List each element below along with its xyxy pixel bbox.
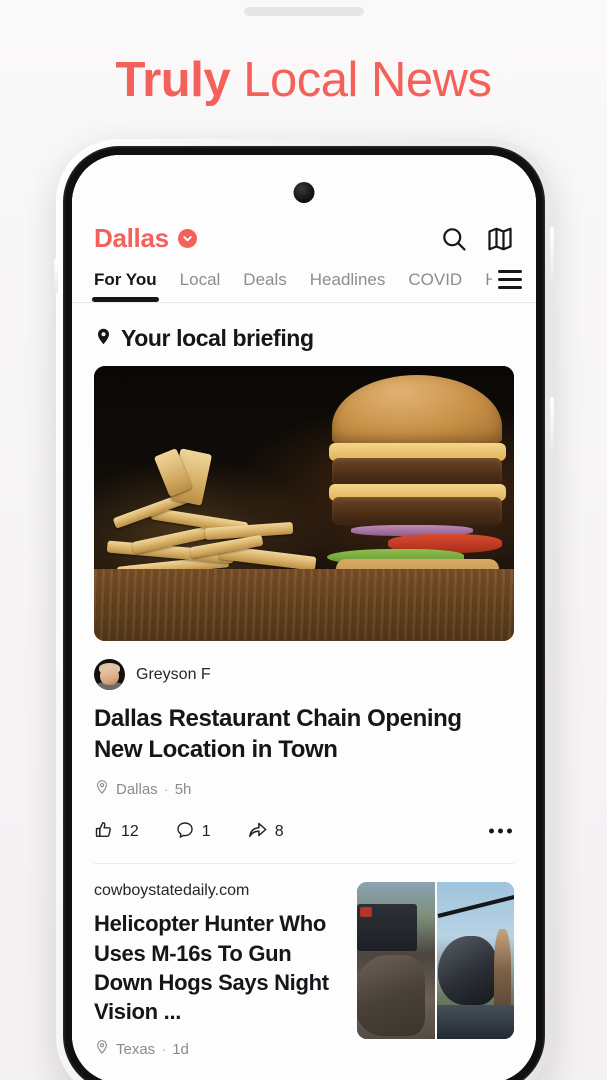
story-card-secondary[interactable]: cowboystatedaily.com Helicopter Hunter W…: [94, 864, 514, 1059]
meta-separator-secondary: ·: [161, 1040, 167, 1058]
front-camera-icon: [293, 182, 315, 203]
story-headline-secondary[interactable]: Helicopter Hunter Who Uses M-16s To Gun …: [94, 909, 339, 1026]
story-location-secondary: Texas: [116, 1040, 156, 1058]
city-selector[interactable]: Dallas: [94, 223, 197, 254]
page-title-bold: Truly: [115, 53, 231, 107]
phone-side-button: [54, 259, 58, 293]
comment-bubble-icon: [175, 820, 195, 845]
phone-volume-up-button: [550, 227, 554, 285]
page-title: Truly Local News: [0, 52, 607, 108]
comment-count: 1: [201, 823, 211, 841]
tab-bar: For You Local Deals Headlines COVID He: [72, 270, 536, 303]
chevron-down-circle-icon: [177, 229, 197, 248]
like-count: 12: [121, 823, 139, 841]
news-feed: Your local briefing Greyson F Dallas Res…: [72, 303, 536, 1080]
thumbnail-right-half: [434, 882, 514, 1040]
briefing-title: Your local briefing: [121, 325, 314, 351]
search-icon[interactable]: [440, 225, 468, 253]
story-card-text: cowboystatedaily.com Helicopter Hunter W…: [94, 882, 339, 1059]
story-location: Dallas: [116, 780, 158, 798]
hamburger-menu-icon[interactable]: [492, 270, 522, 289]
story-meta: Dallas · 5h: [94, 765, 514, 799]
meta-separator: ·: [163, 780, 169, 798]
share-count: 8: [274, 823, 284, 841]
fries-graphic: [102, 429, 346, 583]
story-author-row[interactable]: Greyson F: [94, 641, 514, 692]
app-header: Dallas: [72, 155, 536, 254]
location-pin-icon: [94, 327, 113, 351]
location-pin-outline-icon: [94, 1039, 110, 1059]
share-button[interactable]: 8: [247, 819, 284, 845]
briefing-header: Your local briefing: [94, 303, 514, 366]
city-name: Dallas: [94, 223, 169, 253]
more-options-icon[interactable]: [489, 828, 512, 834]
location-pin-outline-icon: [94, 779, 110, 799]
wooden-board-graphic: [94, 569, 514, 641]
phone-mockup: Dallas For You Local Deals Headlines COV…: [54, 139, 554, 1080]
news-app: Dallas For You Local Deals Headlines COV…: [72, 155, 536, 1080]
comment-button[interactable]: 1: [175, 820, 211, 845]
thumbnail-left-half: [357, 882, 435, 1040]
avatar[interactable]: [94, 659, 125, 690]
story-time: 5h: [174, 780, 192, 798]
phone-volume-down-button: [550, 397, 554, 455]
story-source[interactable]: cowboystatedaily.com: [94, 882, 339, 909]
page-title-light: Local News: [230, 53, 492, 107]
phone-bezel: Dallas For You Local Deals Headlines COV…: [63, 146, 545, 1080]
story-headline[interactable]: Dallas Restaurant Chain Opening New Loca…: [94, 692, 514, 765]
map-icon[interactable]: [486, 225, 514, 253]
story-hero-image[interactable]: [94, 366, 514, 641]
story-meta-secondary: Texas · 1d: [94, 1026, 339, 1059]
landing-page: Truly Local News Dallas For You Local De…: [0, 0, 607, 1080]
header-actions: [440, 225, 514, 253]
tab-for-you[interactable]: For You: [92, 270, 159, 302]
story-time-secondary: 1d: [172, 1040, 189, 1058]
engagement-bar: 12 1 8: [94, 799, 514, 863]
author-name: Greyson F: [136, 665, 211, 683]
tab-covid[interactable]: COVID: [408, 270, 462, 302]
share-arrow-icon: [247, 819, 268, 845]
tab-deals[interactable]: Deals: [243, 270, 286, 302]
story-thumbnail[interactable]: [357, 882, 514, 1040]
drag-handle[interactable]: [243, 7, 364, 16]
tab-local[interactable]: Local: [180, 270, 221, 302]
thumbs-up-icon: [94, 820, 114, 845]
phone-screen: Dallas For You Local Deals Headlines COV…: [72, 155, 536, 1080]
tab-headlines[interactable]: Headlines: [310, 270, 386, 302]
tab-list[interactable]: For You Local Deals Headlines COVID He: [72, 270, 536, 302]
like-button[interactable]: 12: [94, 820, 139, 845]
burger-graphic: [325, 371, 510, 585]
